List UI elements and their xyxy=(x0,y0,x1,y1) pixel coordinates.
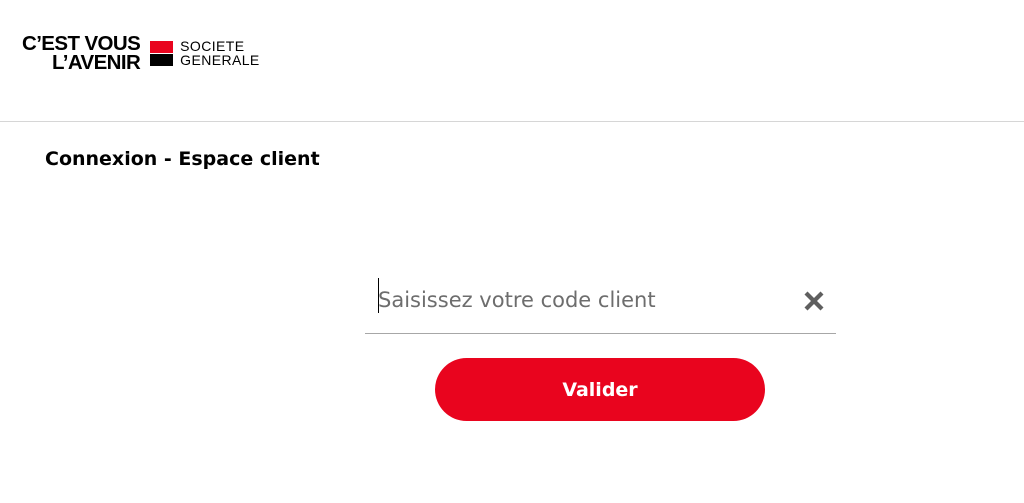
client-code-field xyxy=(365,268,836,334)
login-page: C’EST VOUS L’AVENIR SOCIETE GENERALE Con… xyxy=(0,0,1024,503)
clear-input-button[interactable] xyxy=(799,286,829,316)
close-icon xyxy=(804,291,824,311)
text-cursor xyxy=(378,278,379,313)
societe-generale-square-icon xyxy=(150,41,174,66)
page-title: Connexion - Espace client xyxy=(45,148,320,170)
slogan-line-2: L’AVENIR xyxy=(51,50,141,74)
brand-slogan: C’EST VOUS L’AVENIR xyxy=(22,34,141,74)
site-header: C’EST VOUS L’AVENIR SOCIETE GENERALE xyxy=(0,0,1024,122)
client-code-input[interactable] xyxy=(378,280,778,320)
brand-name-line-2: GENERALE xyxy=(180,51,260,68)
brand-name: SOCIETE GENERALE xyxy=(180,39,260,68)
validate-button[interactable]: Valider xyxy=(435,358,765,421)
societe-generale-logo[interactable]: C’EST VOUS L’AVENIR SOCIETE GENERALE xyxy=(22,34,260,74)
